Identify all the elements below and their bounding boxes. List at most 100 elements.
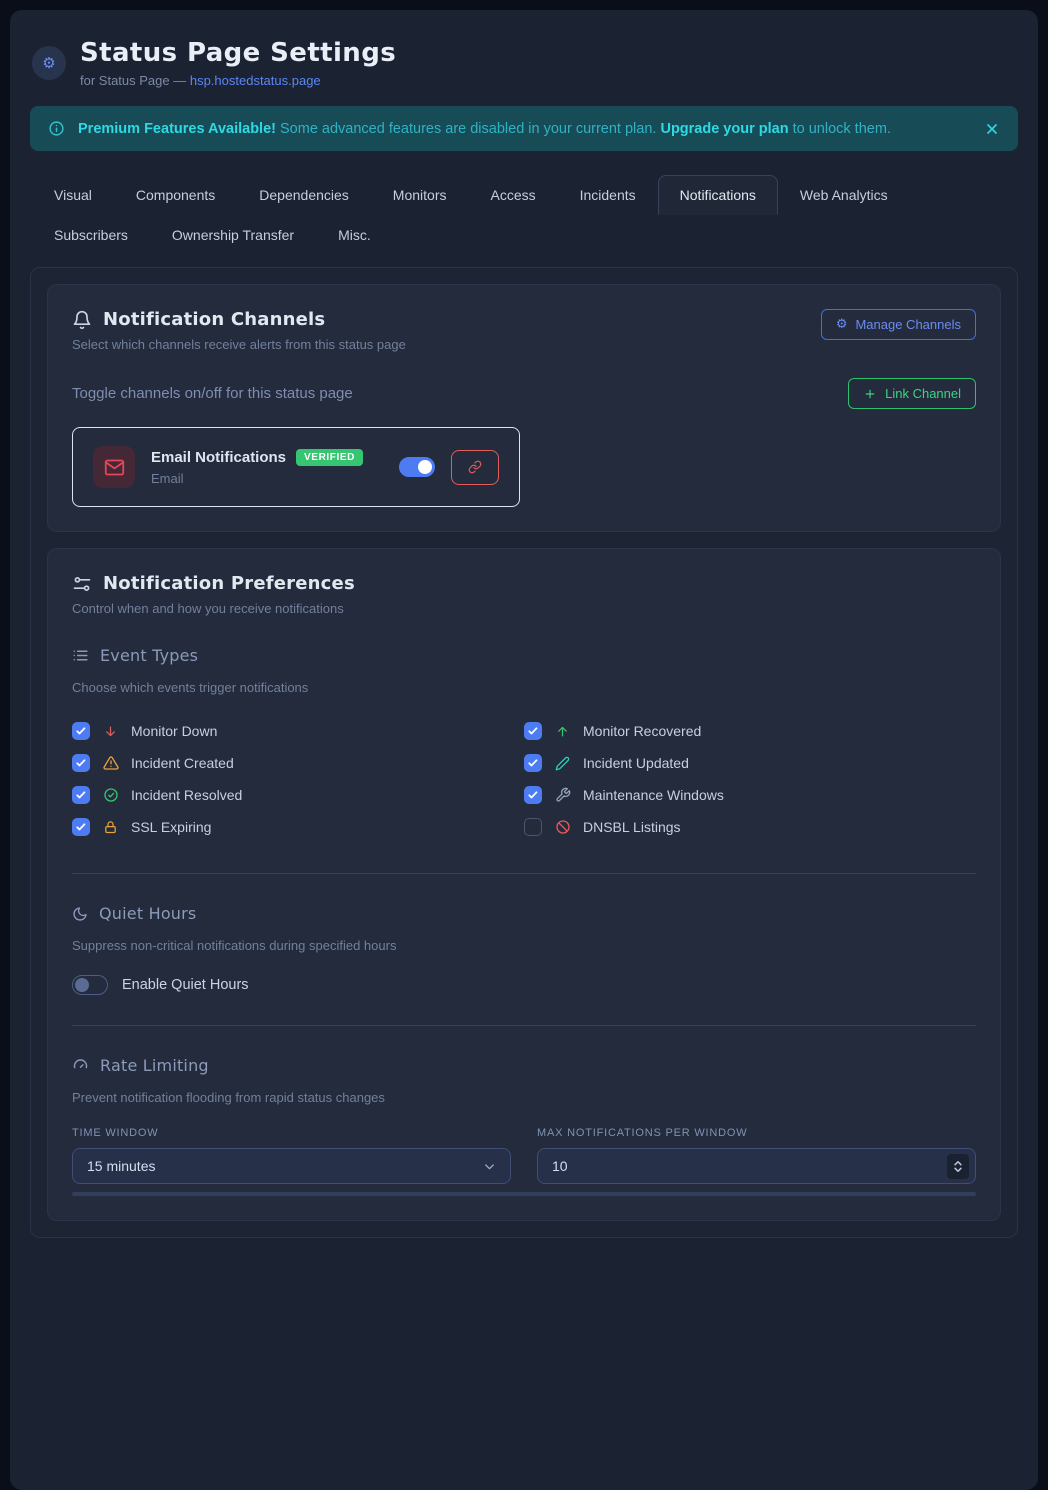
envelope-icon — [104, 457, 125, 478]
premium-banner: Premium Features Available! Some advance… — [30, 106, 1018, 151]
event-label: Monitor Down — [131, 723, 217, 739]
event-monitor-recovered[interactable]: Monitor Recovered — [524, 722, 976, 740]
gear-icon: ⚙ — [42, 54, 55, 72]
quiet-hours-toggle-label: Enable Quiet Hours — [122, 977, 249, 993]
divider — [72, 1025, 976, 1026]
channel-name: Email Notifications — [151, 449, 286, 466]
preferences-subheading: Control when and how you receive notific… — [72, 601, 976, 616]
gauge-icon — [72, 1057, 89, 1074]
manage-channels-label: Manage Channels — [855, 317, 961, 332]
tab-web-analytics[interactable]: Web Analytics — [778, 175, 910, 215]
tab-components[interactable]: Components — [114, 175, 237, 215]
channel-tile — [93, 446, 135, 488]
checkbox[interactable] — [524, 722, 542, 740]
event-label: Incident Updated — [583, 755, 689, 771]
tab-visual[interactable]: Visual — [32, 175, 114, 215]
moon-icon — [72, 906, 88, 922]
channel-link-button[interactable] — [451, 450, 499, 485]
tab-dependencies[interactable]: Dependencies — [237, 175, 371, 215]
event-incident-updated[interactable]: Incident Updated — [524, 754, 976, 772]
upgrade-plan-link[interactable]: Upgrade your plan — [660, 121, 788, 137]
checkbox[interactable] — [524, 818, 542, 836]
section-divider — [72, 1192, 976, 1196]
quiet-hours-heading: Quiet Hours — [72, 904, 976, 923]
event-label: Incident Created — [131, 755, 234, 771]
event-types-heading-text: Event Types — [100, 646, 198, 665]
time-window-select[interactable]: 15 minutes — [72, 1148, 511, 1184]
event-incident-resolved[interactable]: Incident Resolved — [72, 786, 524, 804]
number-stepper[interactable] — [947, 1154, 969, 1179]
tab-ownership-transfer[interactable]: Ownership Transfer — [150, 215, 316, 255]
rate-limiting-heading: Rate Limiting — [72, 1056, 976, 1075]
checkbox[interactable] — [72, 786, 90, 804]
bell-icon — [72, 310, 92, 330]
checkbox[interactable] — [524, 786, 542, 804]
tab-monitors[interactable]: Monitors — [371, 175, 469, 215]
settings-avatar: ⚙ — [32, 46, 66, 80]
channels-heading: Notification Channels — [72, 309, 406, 330]
list-icon — [72, 647, 89, 664]
pencil-icon — [554, 756, 571, 771]
notifications-panel: Notification Channels Select which chann… — [30, 267, 1018, 1238]
divider — [72, 873, 976, 874]
warning-triangle-icon — [102, 755, 119, 771]
quiet-hours-toggle[interactable] — [72, 975, 108, 995]
checkbox[interactable] — [524, 754, 542, 772]
event-label: Maintenance Windows — [583, 787, 724, 803]
event-ssl-expiring[interactable]: SSL Expiring — [72, 818, 524, 836]
arrow-down-icon — [102, 724, 119, 739]
banner-body: Some advanced features are disabled in y… — [276, 121, 660, 137]
page-title: Status Page Settings — [80, 38, 396, 68]
event-dnsbl-listings[interactable]: DNSBL Listings — [524, 818, 976, 836]
event-label: SSL Expiring — [131, 819, 211, 835]
tab-misc[interactable]: Misc. — [316, 215, 393, 255]
tab-subscribers[interactable]: Subscribers — [32, 215, 150, 255]
tab-incidents[interactable]: Incidents — [558, 175, 658, 215]
time-window-value: 15 minutes — [87, 1158, 155, 1174]
event-incident-created[interactable]: Incident Created — [72, 754, 524, 772]
max-notifications-label: MAX NOTIFICATIONS PER WINDOW — [537, 1127, 976, 1139]
rate-limiting-subheading: Prevent notification flooding from rapid… — [72, 1090, 976, 1105]
status-page-link[interactable]: hsp.hostedstatus.page — [190, 73, 321, 88]
event-monitor-down[interactable]: Monitor Down — [72, 722, 524, 740]
event-label: Incident Resolved — [131, 787, 242, 803]
event-label: Monitor Recovered — [583, 723, 701, 739]
checkbox[interactable] — [72, 754, 90, 772]
plus-icon — [863, 387, 877, 401]
page-header: ⚙ Status Page Settings for Status Page —… — [30, 38, 1018, 88]
event-maintenance-windows[interactable]: Maintenance Windows — [524, 786, 976, 804]
channel-type: Email — [151, 471, 369, 486]
max-notifications-input[interactable] — [552, 1149, 961, 1183]
arrow-up-icon — [554, 724, 571, 739]
chevron-down-icon — [482, 1159, 497, 1174]
subtitle-text: for Status Page — — [80, 73, 190, 88]
max-notifications-field — [537, 1148, 976, 1184]
sliders-icon — [72, 574, 92, 594]
time-window-label: TIME WINDOW — [72, 1127, 511, 1139]
rate-limiting-heading-text: Rate Limiting — [100, 1056, 209, 1075]
quiet-hours-subheading: Suppress non-critical notifications duri… — [72, 938, 976, 953]
notification-channels-card: Notification Channels Select which chann… — [47, 284, 1001, 532]
tab-access[interactable]: Access — [468, 175, 557, 215]
banner-suffix: to unlock them. — [789, 121, 891, 137]
event-types-grid: Monitor Down Incident Created Incident R… — [72, 715, 976, 843]
banner-text: Premium Features Available! Some advance… — [78, 121, 891, 137]
link-channel-button[interactable]: Link Channel — [848, 378, 976, 409]
manage-channels-button[interactable]: ⚙ Manage Channels — [821, 309, 976, 340]
email-channel-toggle[interactable] — [399, 457, 435, 477]
tab-notifications[interactable]: Notifications — [658, 175, 778, 215]
info-icon — [48, 120, 65, 137]
toggle-knob — [418, 460, 432, 474]
checkbox[interactable] — [72, 722, 90, 740]
gear-icon: ⚙ — [836, 317, 848, 332]
channels-subheading: Select which channels receive alerts fro… — [72, 337, 406, 352]
settings-tabs: Visual Components Dependencies Monitors … — [30, 175, 1018, 255]
toggle-channels-hint: Toggle channels on/off for this status p… — [72, 385, 353, 402]
preferences-heading: Notification Preferences — [72, 573, 976, 594]
checkbox[interactable] — [72, 818, 90, 836]
close-icon[interactable] — [984, 121, 1000, 137]
banner-title: Premium Features Available! — [78, 121, 276, 137]
tools-icon — [554, 787, 571, 803]
check-circle-icon — [102, 787, 119, 803]
verified-badge: VERIFIED — [296, 449, 363, 466]
